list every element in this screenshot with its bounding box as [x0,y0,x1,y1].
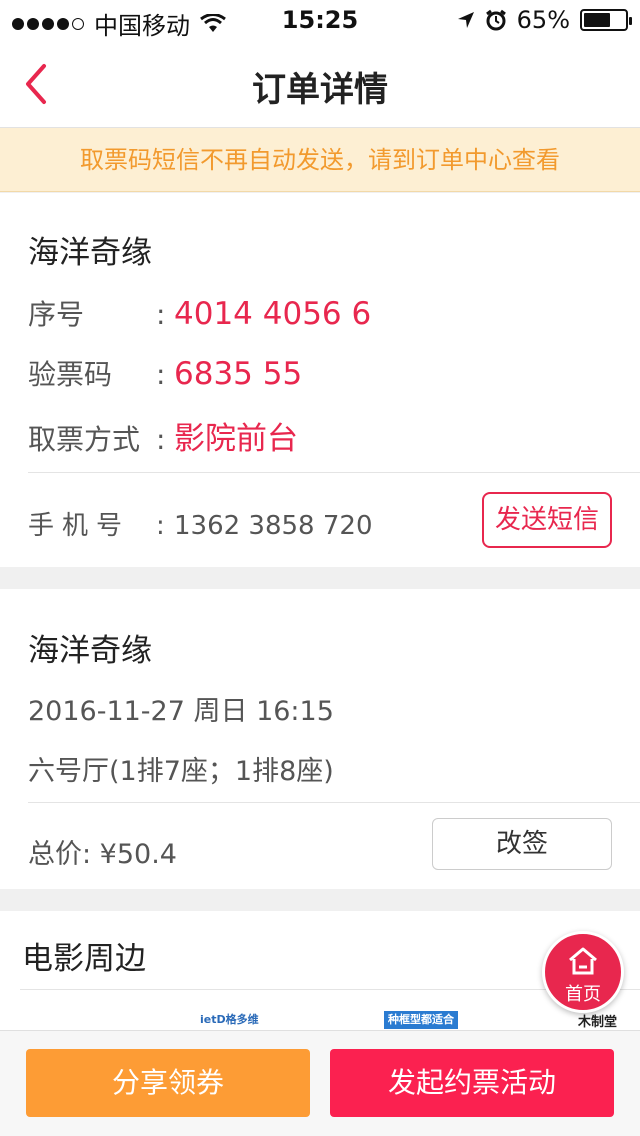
status-bar: 中国移动 15:25 65% [0,0,640,40]
code-row: 验票码 : 6835 55 [28,353,302,393]
serial-colon: : [156,298,166,331]
alarm-icon [485,9,506,31]
pickup-colon: : [156,423,166,456]
ticket-movie-title: 海洋奇缘 [28,235,152,271]
peripheral-thumb[interactable]: 木制堂 [578,1011,617,1030]
code-value: 6835 55 [174,356,303,392]
start-event-button[interactable]: 发起约票活动 [330,1049,614,1117]
bottom-action-bar: 分享领券 发起约票活动 [0,1030,640,1136]
page-title: 订单详情 [252,70,388,110]
serial-row: 序号 : 4014 4056 6 [28,293,371,333]
phone-value: 1362 3858 720 [174,511,373,541]
phone-label: 手机号 [28,511,131,541]
showing-card: 海洋奇缘 2016-11-27 周日 16:15 六号厅(1排7座；1排8座) … [0,589,640,889]
total-price: 总价: ¥50.4 [28,839,177,870]
peripheral-thumb[interactable]: 种框型都适合 [384,1011,458,1029]
peripheral-thumb[interactable]: ietD格多维 [200,1011,259,1029]
location-arrow-icon [457,12,474,28]
nav-bar: 订单详情 [0,40,640,128]
phone-colon: : [156,511,165,541]
change-ticket-button[interactable]: 改签 [432,818,612,870]
battery-level [584,13,610,27]
home-button[interactable]: 首页 [542,931,624,1013]
phone-row: 手机号 : 1362 3858 720 [28,505,373,542]
status-right: 65% [457,6,632,34]
ticket-card: 海洋奇缘 序号 : 4014 4056 6 验票码 : 6835 55 取票方式… [0,193,640,567]
notice-banner: 取票码短信不再自动发送，请到订单中心查看 [0,128,640,192]
showing-divider [28,802,640,803]
home-icon [569,947,597,975]
pickup-value: 影院前台 [174,421,298,457]
ticket-divider [28,472,640,473]
peripherals-thumbnails[interactable]: ietD格多维 种框型都适合 木制堂 [0,1011,640,1031]
showing-hall-seats: 六号厅(1排7座；1排8座) [28,756,334,787]
send-sms-button[interactable]: 发送短信 [482,492,612,548]
showing-datetime: 2016-11-27 周日 16:15 [28,696,334,727]
share-coupon-button[interactable]: 分享领券 [26,1049,310,1117]
serial-value: 4014 4056 6 [174,296,372,332]
serial-label: 序号 [28,298,85,331]
pickup-row: 取票方式 : 影院前台 [28,413,298,458]
battery-percent: 65% [516,6,570,34]
home-label: 首页 [565,984,601,1005]
showing-movie-title: 海洋奇缘 [28,633,152,669]
code-label: 验票码 [28,358,113,391]
code-colon: : [156,358,166,391]
battery-icon [580,9,632,31]
pickup-label: 取票方式 [28,423,141,456]
peripherals-title: 电影周边 [22,941,146,977]
